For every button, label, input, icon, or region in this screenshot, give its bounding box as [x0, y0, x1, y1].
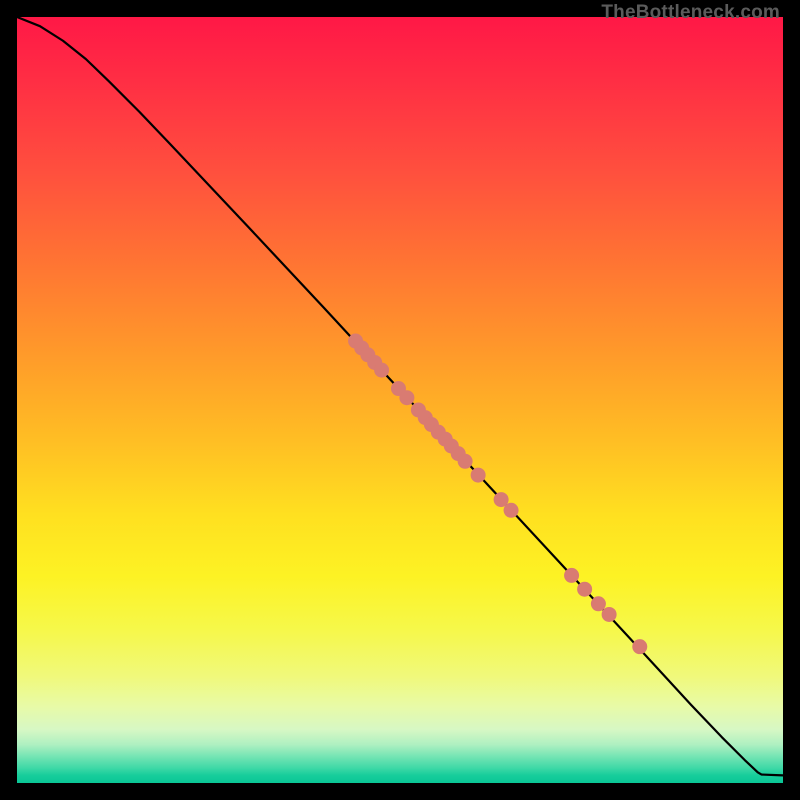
data-point [399, 390, 414, 405]
data-point [374, 363, 389, 378]
data-point [564, 568, 579, 583]
chart-overlay [17, 17, 783, 783]
data-point [632, 639, 647, 654]
data-point [471, 468, 486, 483]
data-point [504, 503, 519, 518]
chart-stage: TheBottleneck.com [0, 0, 800, 800]
data-point [602, 607, 617, 622]
data-point [458, 454, 473, 469]
data-point [591, 596, 606, 611]
data-point [577, 582, 592, 597]
